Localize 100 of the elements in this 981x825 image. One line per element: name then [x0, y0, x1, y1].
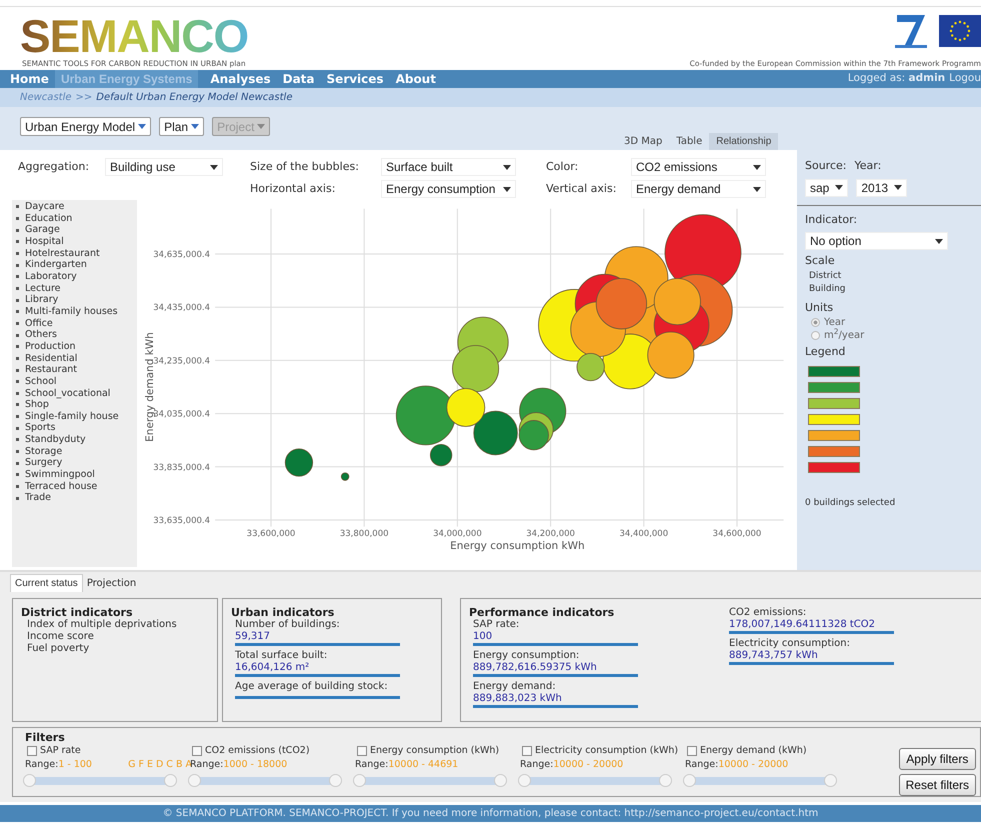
range-label: Range: — [685, 758, 718, 772]
range-label: Range: — [520, 758, 554, 772]
control-label: Aggregation: — [18, 158, 90, 175]
nav-link[interactable]: About — [396, 70, 436, 88]
category-item: Sports — [25, 422, 56, 434]
category-item: Hotelrestaurant — [25, 248, 100, 260]
nav-link[interactable]: Services — [326, 70, 384, 88]
footer-text: © SEMANCO PLATFORM. SEMANCO-PROJECT. If you need more information, please contact: http://semanco-project.eu/contact.htm — [0, 805, 981, 822]
indicator-label: CO2 emissions: — [728, 607, 808, 619]
slider-handle[interactable] — [188, 774, 201, 786]
panel-tab[interactable]: Current status — [10, 574, 83, 592]
caret-icon — [503, 164, 511, 170]
slider-handle[interactable] — [23, 774, 36, 786]
dropdown-select[interactable]: Surface built — [381, 158, 516, 176]
radio-label: Year — [824, 316, 846, 328]
bullet-icon — [16, 264, 19, 267]
dropdown-select[interactable]: Energy demand — [631, 180, 766, 198]
range-value: 10000 - 20000 — [553, 758, 624, 772]
indicator-value: 16,604,126 m² — [235, 662, 400, 677]
category-item: Library — [25, 294, 58, 306]
tick-label: 33,835,000.4 — [153, 462, 210, 473]
checkbox[interactable] — [192, 746, 202, 756]
slider-handle[interactable] — [329, 774, 342, 786]
view-tab[interactable]: Relationship — [709, 133, 778, 150]
category-item: Standbyduty — [25, 434, 86, 446]
dropdown-select[interactable]: 2013 — [856, 178, 908, 196]
bullet-icon — [16, 403, 19, 406]
radio-button[interactable] — [811, 318, 820, 327]
category-item: Education — [25, 212, 72, 224]
category-item: Production — [25, 340, 76, 353]
indicator-value: 889,782,616.59375 kWh — [473, 662, 638, 677]
flag-icon — [939, 15, 981, 47]
field-label: Indicator: — [805, 212, 858, 228]
indicator-value: 178,007,149.64111328 tCO2 — [729, 619, 894, 634]
slider-handle[interactable] — [683, 774, 696, 786]
bullet-icon — [16, 205, 19, 208]
caret-icon — [753, 186, 761, 192]
dropdown-select[interactable]: Building use — [105, 158, 223, 176]
category-item: Restaurant — [25, 364, 78, 376]
dropdown-select[interactable]: CO2 emissions — [631, 158, 766, 176]
slider-handle[interactable] — [494, 774, 507, 786]
field-label: Source: — [805, 158, 846, 174]
menu-button[interactable]: Urban Energy Model — [20, 117, 152, 136]
checkbox[interactable] — [357, 746, 367, 756]
indicator-label: SAP rate: — [472, 619, 520, 631]
bullet-icon — [16, 368, 19, 372]
category-item: Shop — [25, 399, 49, 411]
panel-tab[interactable]: Projection — [82, 574, 140, 592]
bullet-icon — [16, 462, 19, 465]
category-item: Laboratory — [25, 270, 77, 283]
bullet-icon — [16, 275, 19, 278]
indicator-value: 100 — [473, 631, 638, 646]
slider-handle[interactable] — [659, 774, 672, 786]
menu-button[interactable]: Plan — [159, 117, 204, 136]
nav-link[interactable]: Home — [10, 70, 49, 88]
indicator-value: 889,743,757 kWh — [729, 650, 894, 665]
scale-option: District — [805, 270, 981, 283]
category-item: School_vocational — [25, 388, 110, 400]
range-label: Range: — [25, 758, 58, 772]
nav-link[interactable]: Data — [282, 70, 315, 88]
bullet-icon — [16, 228, 19, 232]
dropdown-select[interactable]: Energy consumption — [381, 180, 516, 198]
control-label: Color: — [546, 158, 580, 175]
caret-icon — [257, 124, 266, 129]
radio-button[interactable] — [811, 331, 820, 340]
checkbox[interactable] — [522, 746, 532, 756]
filter-button[interactable]: Apply filters — [898, 748, 976, 770]
bullet-icon — [16, 298, 19, 302]
panel-title: District indicators — [21, 607, 132, 619]
bullet-icon — [16, 252, 19, 255]
filter-button[interactable]: Reset filters — [898, 774, 976, 796]
dropdown-select[interactable]: sap — [805, 178, 848, 196]
indicator-value: 889,883,023 kWh — [473, 693, 638, 708]
control-label: Size of the bubbles: — [250, 158, 360, 175]
slider-handle[interactable] — [824, 774, 837, 786]
dropdown-select[interactable]: No option — [805, 232, 948, 250]
bullet-icon — [16, 415, 19, 418]
radio-label: m$^{2}$/year — [824, 329, 864, 342]
checkbox[interactable] — [687, 746, 697, 756]
filter-label: SAP rate — [40, 744, 81, 758]
login-status: Logged as: admin — [848, 71, 946, 86]
bullet-icon — [16, 345, 19, 348]
bullet-icon — [16, 450, 19, 454]
field-label: Year: — [854, 158, 882, 174]
nav-link[interactable]: Analyses — [210, 70, 271, 88]
section-label: Legend — [805, 344, 846, 360]
bullet-icon — [16, 380, 19, 384]
slider-handle[interactable] — [518, 774, 531, 786]
slider-handle[interactable] — [353, 774, 366, 786]
axis-title: Energy consumption kWh — [450, 540, 585, 552]
checkbox[interactable] — [27, 746, 37, 756]
tick-label: 33,800,000 — [340, 529, 389, 539]
panel-title: Urban indicators — [231, 607, 334, 619]
selection-count: 0 buildings selected — [805, 496, 896, 510]
indicator-label: Energy consumption: — [472, 650, 580, 662]
scale-option: Building — [805, 283, 981, 296]
category-item: Surgery — [25, 457, 62, 470]
category-item: Kindergarten — [25, 259, 87, 271]
tick-label: 33,635,000.4 — [153, 516, 210, 526]
slider-handle[interactable] — [164, 774, 177, 786]
